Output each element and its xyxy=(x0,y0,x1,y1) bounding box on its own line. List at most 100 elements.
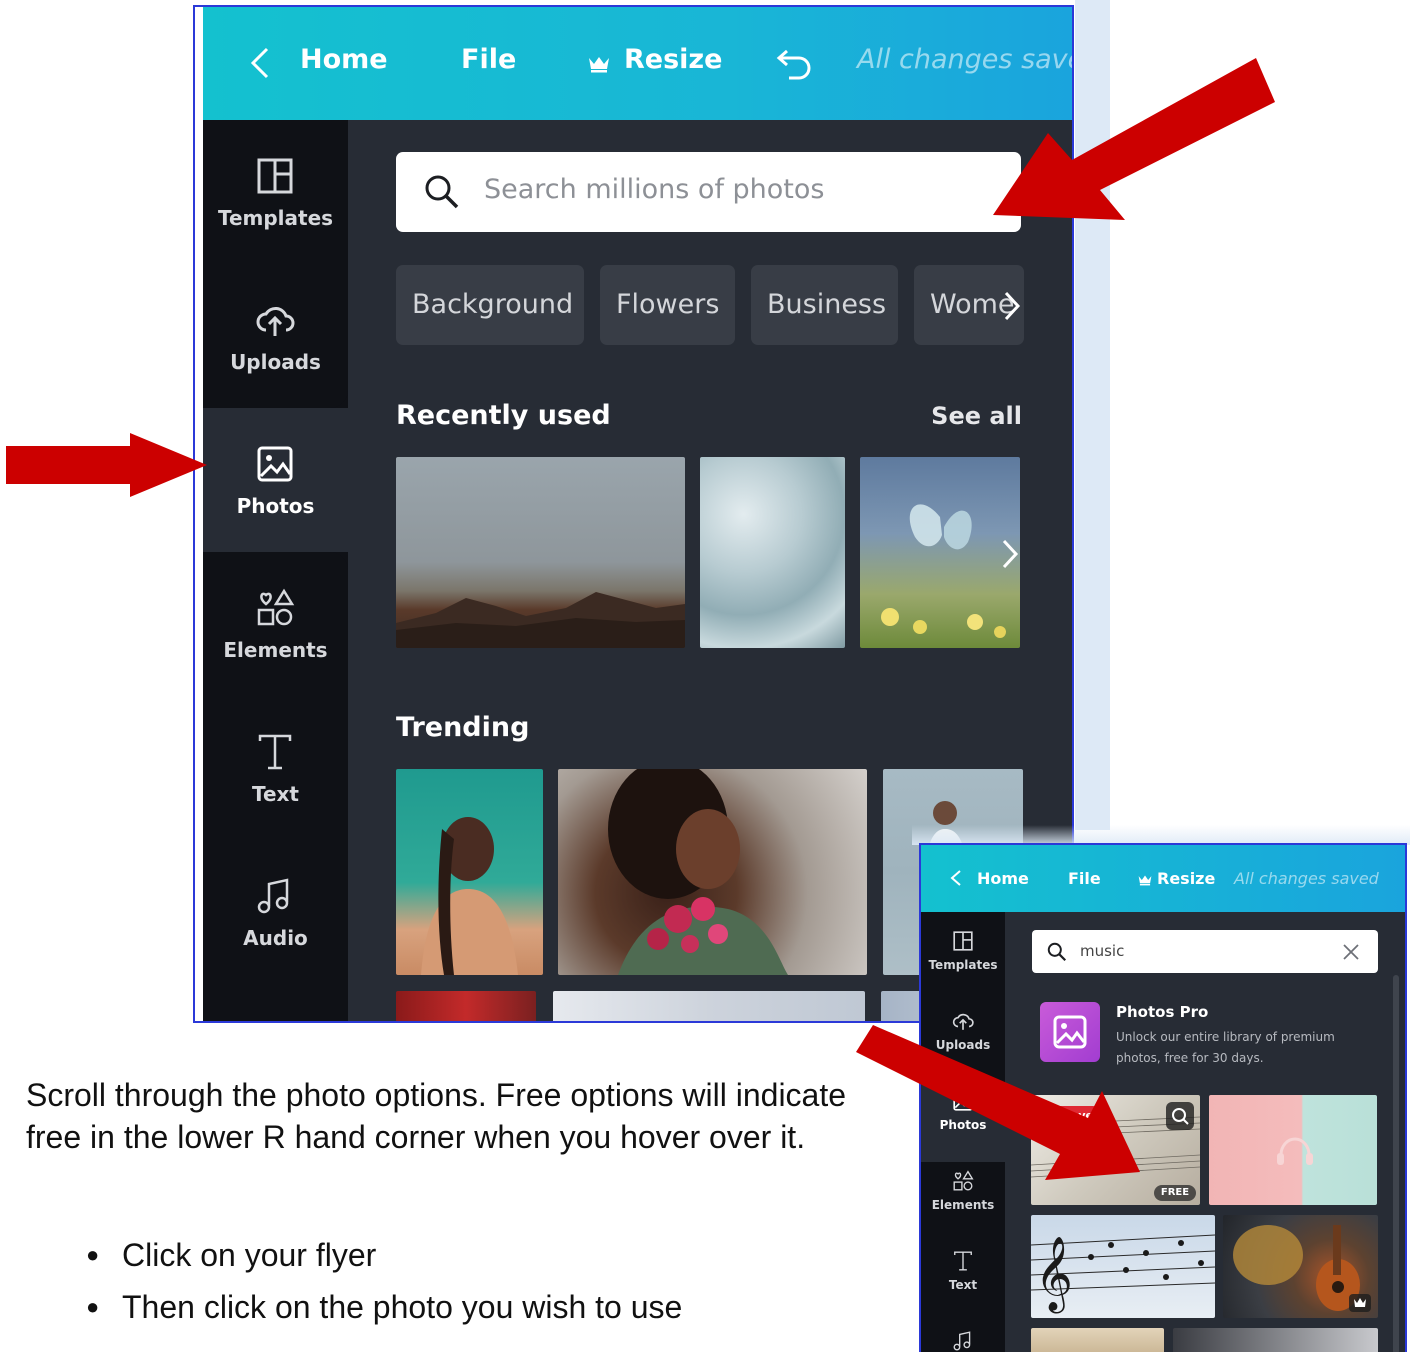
sidebar-item-label: Elements xyxy=(223,638,328,662)
music-note-icon xyxy=(257,878,289,914)
photos-pro-description: Unlock our entire library of premium pho… xyxy=(1116,1030,1335,1065)
sidebar-corner xyxy=(203,388,348,408)
undo-icon[interactable] xyxy=(775,47,817,81)
chevron-left-icon[interactable] xyxy=(245,45,277,81)
trending-photo-flowers[interactable] xyxy=(558,769,867,975)
sidebar-item-audio[interactable]: Audio xyxy=(203,840,348,984)
templates-icon xyxy=(953,931,973,951)
close-icon[interactable] xyxy=(1342,943,1360,961)
chevron-right-icon[interactable] xyxy=(1000,289,1024,323)
file-menu[interactable]: File xyxy=(1068,869,1101,888)
text-icon xyxy=(258,734,292,770)
instruction-paragraph: Scroll through the photo options. Free o… xyxy=(26,1077,847,1155)
photos-pro-title[interactable]: Photos Pro xyxy=(1116,1003,1208,1021)
shapes-icon xyxy=(953,1170,974,1191)
sidebar-item-uploads[interactable]: Uploads xyxy=(203,264,348,408)
sidebar-item-templates[interactable]: Templates xyxy=(921,922,1005,1002)
crown-icon xyxy=(1138,875,1152,886)
scrollbar[interactable] xyxy=(1393,975,1399,1352)
visual-search-icon[interactable] xyxy=(1166,1102,1194,1130)
photo-search-bar[interactable]: music xyxy=(1032,930,1378,973)
shapes-icon xyxy=(257,588,295,626)
home-button[interactable]: Home xyxy=(977,869,1029,888)
category-chip[interactable]: Flowers xyxy=(600,265,735,345)
editor-sidebar-small: Templates Uploads Photos Elements Text xyxy=(921,912,1005,1352)
save-status: All changes saved xyxy=(1234,869,1379,888)
editor-topbar: Home File Resize All changes save xyxy=(203,7,1074,120)
arrow-to-photos-icon xyxy=(6,433,207,497)
crown-icon xyxy=(589,57,609,73)
sidebar-item-label: Photos xyxy=(236,494,315,518)
recent-photo-mountain[interactable] xyxy=(396,457,685,648)
sidebar-item-label: Templates xyxy=(928,958,998,972)
trending-heading: Trending xyxy=(396,712,530,743)
photo-icon xyxy=(953,1091,973,1111)
music-notes-on-wires: 𝄞 xyxy=(1031,1234,1215,1314)
butterfly-illustration xyxy=(881,504,1006,638)
sidebar-item-photos[interactable]: Photos xyxy=(203,408,348,552)
woman-with-flowers xyxy=(608,769,788,975)
svg-text:𝄞: 𝄞 xyxy=(1035,1237,1073,1314)
category-chip[interactable]: Business xyxy=(751,265,898,345)
instruction-step: Then click on the photo you wish to use xyxy=(86,1281,886,1333)
sidebar-item-photos[interactable]: Photos xyxy=(921,1082,1005,1162)
text-icon xyxy=(954,1251,972,1271)
search-input-value: music xyxy=(1080,942,1125,960)
resize-button[interactable]: Resize xyxy=(1157,869,1215,888)
search-placeholder: Search millions of photos xyxy=(484,174,825,205)
sidebar-item-label: Elements xyxy=(931,1198,995,1212)
mountain-silhouette xyxy=(396,592,685,648)
editor-topbar-small: Home File Resize All changes saved xyxy=(921,845,1405,912)
chevron-left-icon[interactable] xyxy=(949,869,963,887)
sidebar-item-templates[interactable]: Templates xyxy=(203,120,348,264)
search-icon xyxy=(425,175,459,209)
recent-photo-ice[interactable] xyxy=(700,457,845,648)
sidebar-item-audio[interactable] xyxy=(921,1322,1005,1352)
sidebar-item-elements[interactable]: Elements xyxy=(203,552,348,696)
sidebar-item-label: Text xyxy=(251,782,299,806)
photos-pro-icon[interactable] xyxy=(1040,1002,1100,1062)
search-icon xyxy=(1047,942,1067,962)
music-note-icon xyxy=(953,1331,971,1351)
category-chip[interactable]: Background xyxy=(396,265,584,345)
instruction-step: Click on your flyer xyxy=(86,1229,886,1281)
instruction-steps: Click on your flyer Then click on the ph… xyxy=(86,1229,886,1333)
chevron-right-icon[interactable] xyxy=(999,537,1021,571)
sidebar-item-text[interactable]: Text xyxy=(203,696,348,840)
photo-icon xyxy=(257,446,293,482)
trending-photo-red[interactable] xyxy=(396,991,536,1021)
file-menu[interactable]: File xyxy=(461,44,516,75)
resize-button[interactable]: Resize xyxy=(624,44,722,75)
sidebar-item-label: Photos xyxy=(939,1118,987,1132)
music-photo-partial[interactable] xyxy=(1031,1328,1164,1352)
see-all-link[interactable]: See all xyxy=(931,402,1022,430)
recently-used-heading: Recently used xyxy=(396,400,611,431)
sidebar-item-text[interactable]: Text xyxy=(921,1242,1005,1322)
decorative-fade xyxy=(912,825,1410,845)
save-badge[interactable]: Save xyxy=(1041,1106,1103,1126)
premium-crown-icon xyxy=(1349,1294,1371,1312)
search-result-screenshot: Home File Resize All changes saved Templ… xyxy=(919,843,1407,1352)
free-badge: FREE xyxy=(1154,1185,1196,1201)
music-photo-notes-wires[interactable]: 𝄞 xyxy=(1031,1215,1215,1318)
sidebar-item-elements[interactable]: Elements xyxy=(921,1162,1005,1242)
lens-icon xyxy=(1172,1108,1189,1125)
recent-photo-butterfly[interactable] xyxy=(860,457,1020,648)
music-photo-headphones[interactable] xyxy=(1209,1095,1377,1205)
upload-cloud-icon xyxy=(256,307,295,336)
save-status: All changes save xyxy=(857,44,1074,75)
sidebar-item-label: Text xyxy=(948,1278,978,1292)
editor-sidebar: Templates Uploads Photos Elements Text A… xyxy=(203,120,348,1021)
templates-icon xyxy=(257,158,293,194)
sidebar-item-label: Uploads xyxy=(230,350,321,374)
sidebar-item-label: Uploads xyxy=(935,1038,991,1052)
upload-cloud-icon xyxy=(952,1013,974,1030)
music-photo-partial[interactable] xyxy=(1173,1328,1378,1352)
sidebar-item-label: Templates xyxy=(217,206,334,230)
photo-search-bar[interactable]: Search millions of photos xyxy=(396,152,1021,232)
trending-photo-light[interactable] xyxy=(553,991,865,1021)
trending-photo-portrait[interactable] xyxy=(396,769,543,975)
headphones-icon xyxy=(1277,1137,1313,1165)
home-button[interactable]: Home xyxy=(300,44,388,75)
sidebar-item-uploads[interactable]: Uploads xyxy=(921,1002,1005,1082)
